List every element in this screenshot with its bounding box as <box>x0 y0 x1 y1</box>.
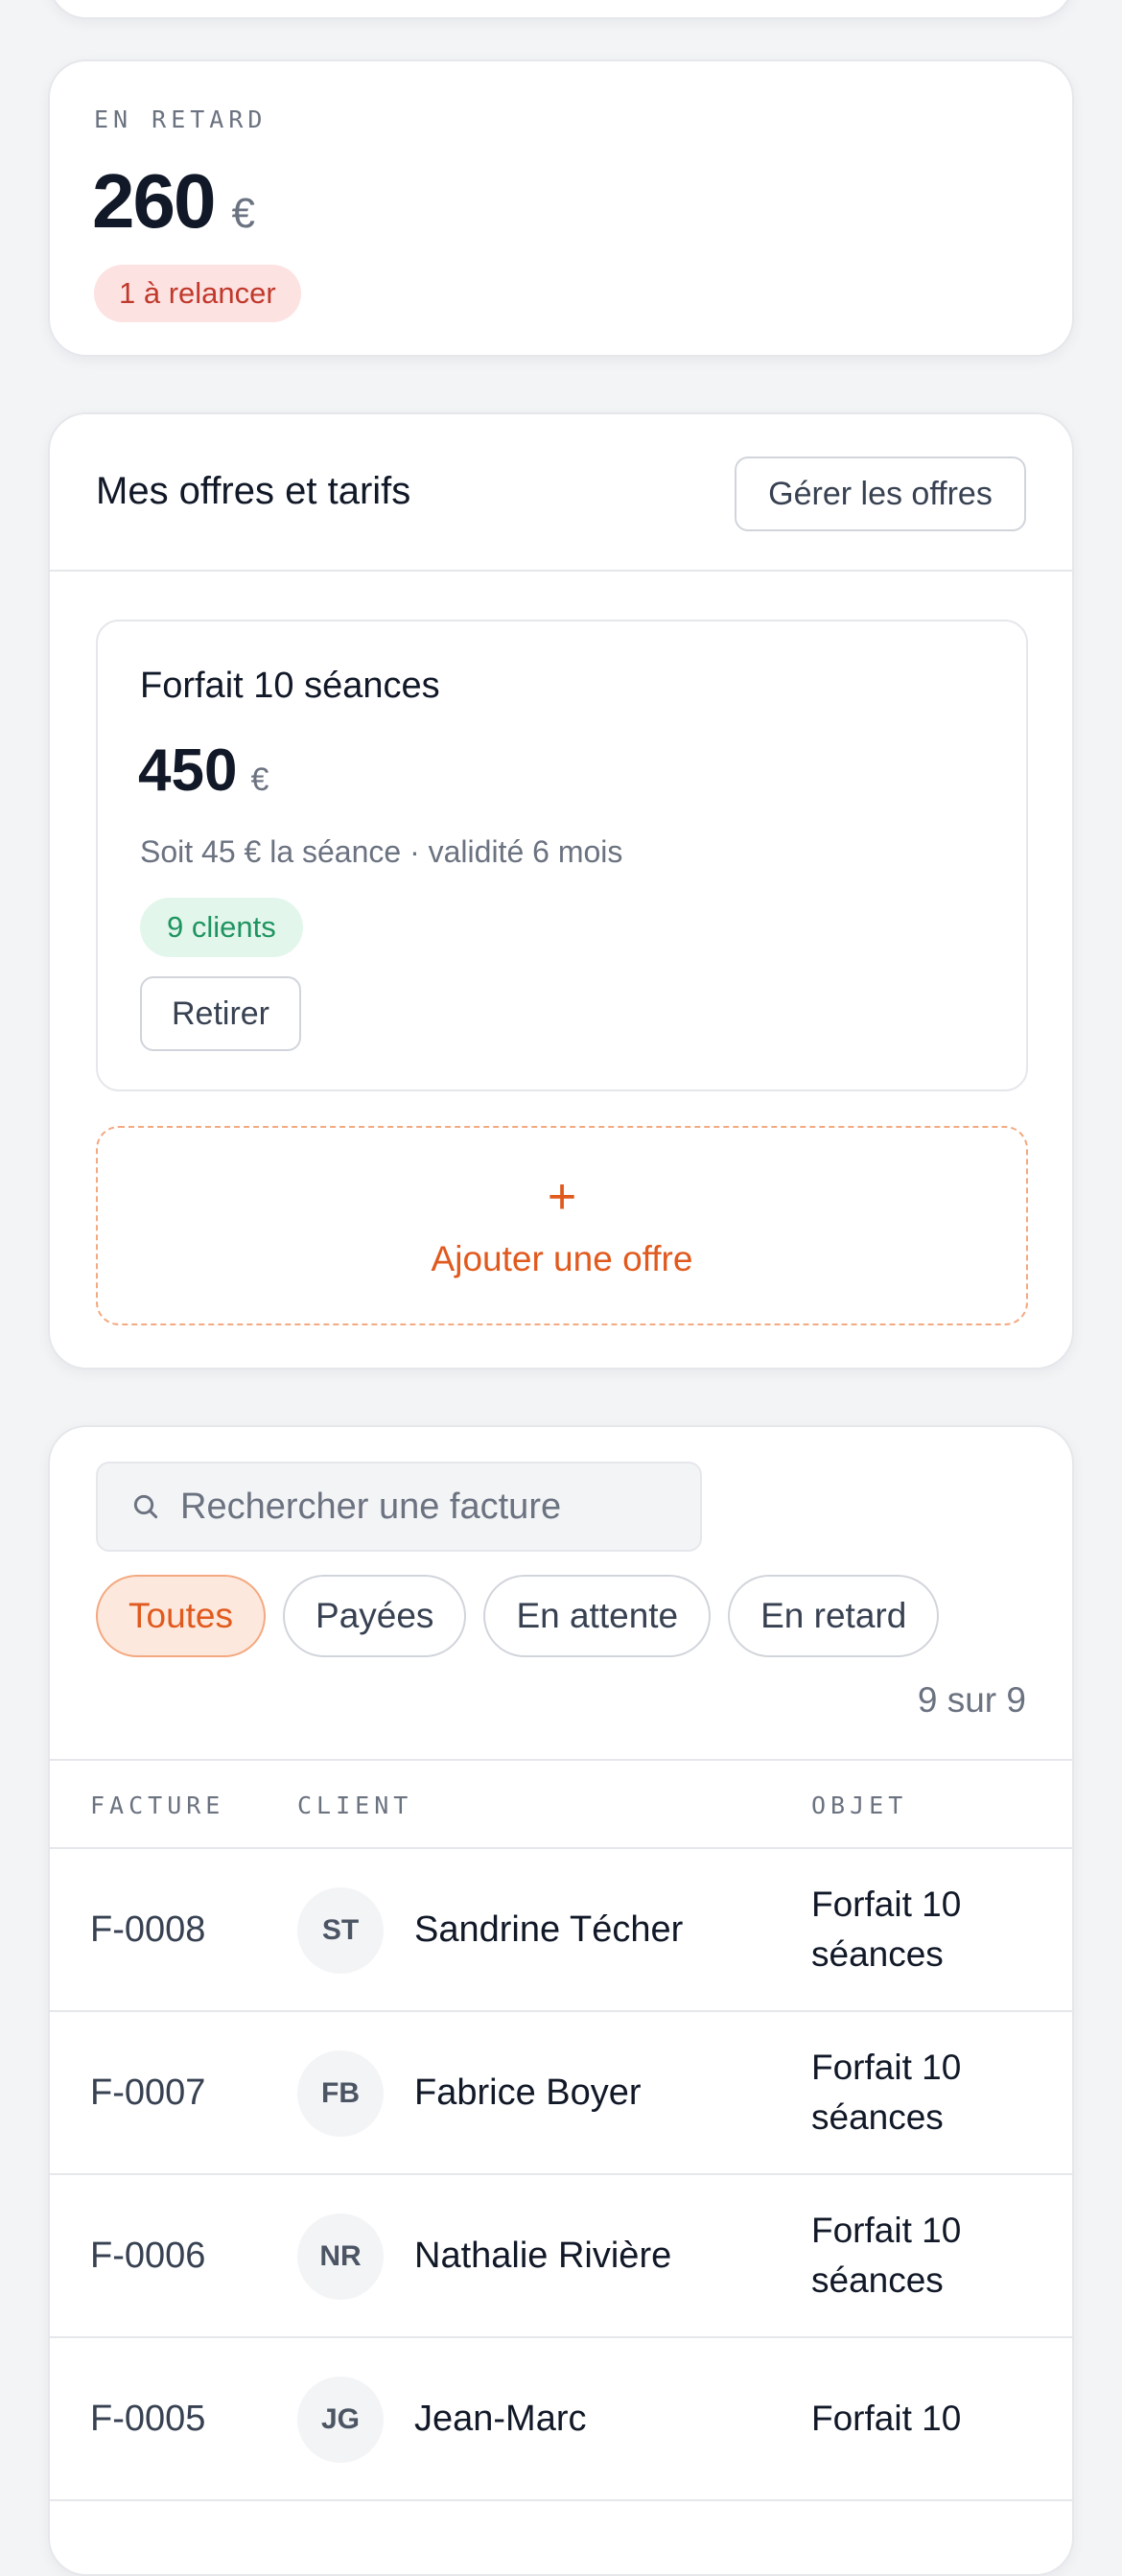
add-offer-label: Ajouter une offre <box>431 1239 693 1278</box>
overdue-kicker: EN RETARD <box>94 105 268 133</box>
manage-offers-button[interactable]: Gérer les offres <box>735 457 1026 531</box>
invoice-number: F-0005 <box>90 2398 206 2439</box>
offer-name: Forfait 10 séances <box>140 666 440 706</box>
column-invoice: FACTURE <box>90 1791 225 1819</box>
table-row[interactable]: F-0006 NR Nathalie Rivière Forfait 10 sé… <box>50 2175 1072 2338</box>
invoice-object: Forfait 10 <box>811 2399 962 2438</box>
offers-card: Mes offres et tarifs Gérer les offres Fo… <box>48 412 1074 1370</box>
offer-price-currency: € <box>250 761 269 798</box>
previous-card <box>48 0 1074 19</box>
invoice-number: F-0006 <box>90 2235 206 2276</box>
column-client: CLIENT <box>297 1791 413 1819</box>
remove-offer-button[interactable]: Retirer <box>140 976 301 1051</box>
search-icon <box>133 1494 158 1519</box>
client-name: Nathalie Rivière <box>414 2236 672 2276</box>
filter-all[interactable]: Toutes <box>96 1575 267 1657</box>
invoice-number: F-0008 <box>90 1909 206 1950</box>
table-row[interactable]: F-0007 FB Fabrice Boyer Forfait 10 séanc… <box>50 2012 1072 2175</box>
table-row[interactable]: F-0005 JG Jean-Marc Forfait 10 <box>50 2338 1072 2501</box>
client-name: Jean-Marc <box>414 2399 587 2439</box>
avatar: FB <box>297 2050 384 2137</box>
table-row[interactable]: F-0008 ST Sandrine Técher Forfait 10 séa… <box>50 1849 1072 2012</box>
table-header: FACTURE CLIENT OBJET <box>50 1759 1072 1849</box>
invoice-search[interactable] <box>96 1462 702 1552</box>
invoice-object: Forfait 10 séances <box>811 2211 962 2300</box>
invoice-object: Forfait 10 séances <box>811 2048 962 2137</box>
invoice-count: 9 sur 9 <box>917 1680 1026 1720</box>
invoice-search-input[interactable] <box>180 1486 679 1528</box>
offer-item: Forfait 10 séances 450 € Soit 45 € la sé… <box>96 620 1028 1091</box>
overdue-currency: € <box>231 190 255 237</box>
offer-clients-badge: 9 clients <box>140 898 303 957</box>
add-offer-button[interactable]: + Ajouter une offre <box>96 1126 1028 1325</box>
reminder-badge: 1 à relancer <box>94 265 301 322</box>
column-object: OBJET <box>811 1791 908 1819</box>
client-name: Sandrine Técher <box>414 1909 684 1950</box>
invoice-object: Forfait 10 séances <box>811 1885 962 1974</box>
offer-price: 450 € <box>138 737 269 805</box>
overdue-amount: 260 € <box>92 157 255 246</box>
offer-description: Soit 45 € la séance · validité 6 mois <box>140 834 623 869</box>
filter-pending[interactable]: En attente <box>483 1575 712 1657</box>
filter-paid[interactable]: Payées <box>283 1575 467 1657</box>
invoice-filters: Toutes Payées En attente En retard <box>96 1575 940 1657</box>
offers-title: Mes offres et tarifs <box>96 470 411 512</box>
avatar: JG <box>297 2377 384 2463</box>
plus-icon: + <box>547 1169 577 1225</box>
overdue-amount-value: 260 <box>92 158 216 244</box>
overdue-card: EN RETARD 260 € 1 à relancer <box>48 59 1074 357</box>
filter-late[interactable]: En retard <box>728 1575 940 1657</box>
avatar: NR <box>297 2213 384 2300</box>
offer-price-value: 450 <box>138 738 238 804</box>
invoice-number: F-0007 <box>90 2072 206 2113</box>
client-name: Fabrice Boyer <box>414 2073 642 2113</box>
offers-header: Mes offres et tarifs Gérer les offres <box>50 414 1072 572</box>
avatar: ST <box>297 1887 384 1974</box>
invoices-card: Toutes Payées En attente En retard 9 sur… <box>48 1425 1074 2576</box>
